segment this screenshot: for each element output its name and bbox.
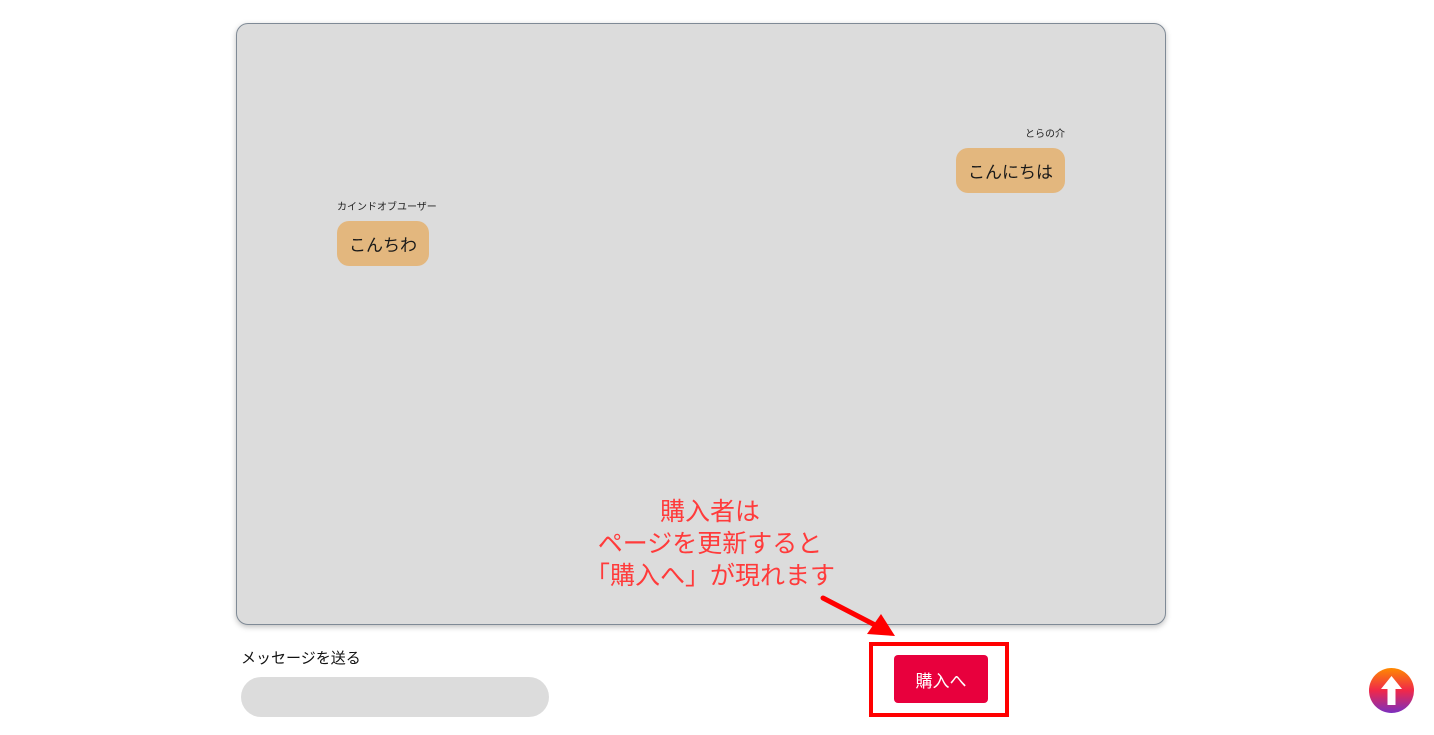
annotation-line: 購入者は xyxy=(659,497,760,526)
annotation-note: 購入者は ページを更新すると 「購入へ」が現れます xyxy=(560,496,860,592)
message-sender: とらの介 xyxy=(1025,129,1065,140)
buy-button[interactable]: 購入へ xyxy=(894,655,988,703)
annotation-line: ページを更新すると xyxy=(597,529,823,558)
message-sender: カインドオブユーザー xyxy=(337,202,437,213)
scroll-to-top-button[interactable] xyxy=(1369,668,1414,713)
message-bubble: こんちわ xyxy=(337,221,429,266)
annotation-arrow-icon xyxy=(820,595,895,636)
chat-message-right: とらの介 こんにちは xyxy=(956,125,1065,193)
chat-message-left: カインドオブユーザー こんちわ xyxy=(337,198,437,266)
message-bubble: こんにちは xyxy=(956,148,1065,193)
annotation-line: 「購入へ」が現れます xyxy=(584,561,835,590)
page: とらの介 こんにちは カインドオブユーザー こんちわ 購入者は ページを更新する… xyxy=(0,0,1434,735)
arrow-up-icon xyxy=(1381,676,1402,705)
send-message-label: メッセージを送る xyxy=(241,649,361,667)
message-input[interactable] xyxy=(241,677,549,717)
